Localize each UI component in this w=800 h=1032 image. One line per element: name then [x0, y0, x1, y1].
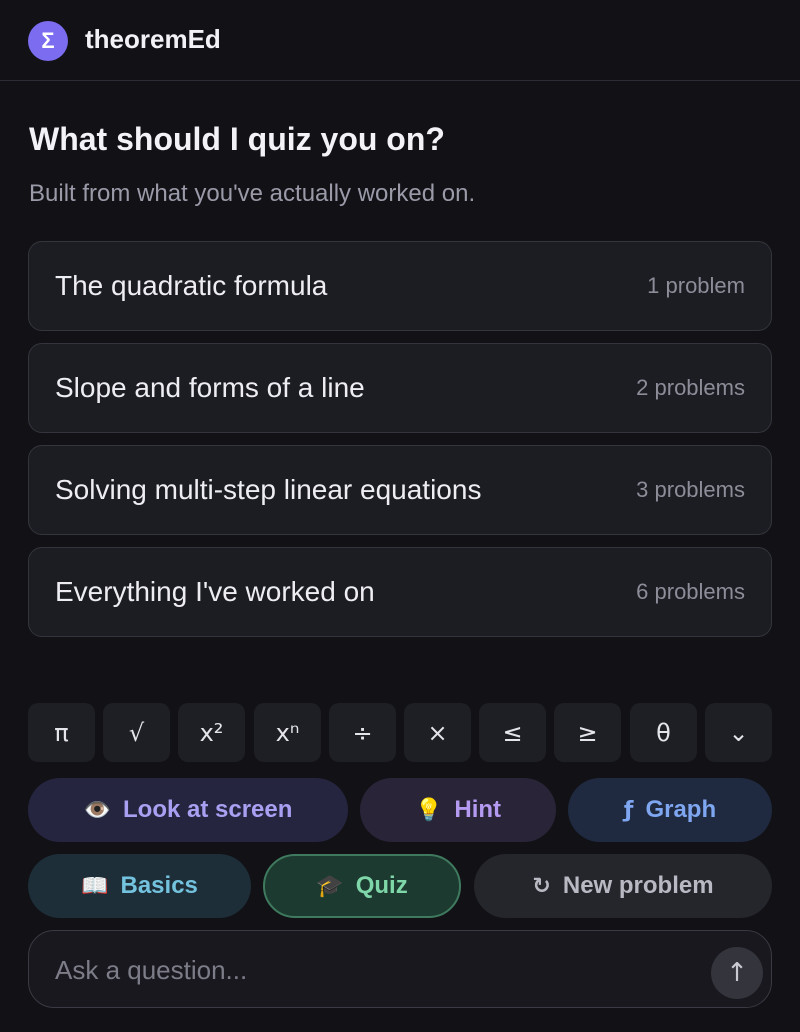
- symbol-divide-button[interactable]: ÷: [329, 703, 396, 762]
- symbol-geq-button[interactable]: ≥: [554, 703, 621, 762]
- app-title: theoremEd: [85, 24, 221, 54]
- topic-name: Solving multi-step linear equations: [55, 474, 482, 505]
- topic-name: Slope and forms of a line: [55, 372, 365, 403]
- hint-label: Hint: [454, 796, 502, 823]
- topic-name: Everything I've worked on: [55, 576, 375, 607]
- symbol-pi-button[interactable]: π: [28, 703, 95, 762]
- symbol-theta-button[interactable]: θ: [630, 703, 697, 762]
- ask-question-input[interactable]: [53, 949, 697, 991]
- page-subtitle: Built from what you've actually worked o…: [29, 180, 476, 207]
- graduation-cap-icon: 🎓: [316, 873, 344, 899]
- symbol-multiply-button[interactable]: ×: [404, 703, 471, 762]
- book-icon: 📖: [81, 873, 109, 899]
- topic-name: The quadratic formula: [55, 270, 328, 301]
- send-arrow-icon[interactable]: ↑: [711, 947, 763, 999]
- topic-count: 3 problems: [636, 477, 745, 502]
- function-icon: ƒ: [623, 797, 634, 823]
- topic-linear-equations[interactable]: Solving multi-step linear equations 3 pr…: [28, 445, 772, 535]
- quiz-button[interactable]: 🎓 Quiz: [263, 854, 461, 918]
- look-at-screen-label: Look at screen: [123, 796, 293, 823]
- topic-everything[interactable]: Everything I've worked on 6 problems: [28, 547, 772, 637]
- hint-button[interactable]: 💡 Hint: [360, 778, 556, 842]
- symbol-power-button[interactable]: xⁿ: [254, 703, 321, 762]
- refresh-icon: ↻: [532, 873, 551, 899]
- symbol-leq-button[interactable]: ≤: [479, 703, 546, 762]
- sigma-logo-icon: Σ: [28, 21, 68, 61]
- new-problem-button[interactable]: ↻ New problem: [474, 854, 772, 918]
- ask-question-box: ↑: [28, 930, 772, 1008]
- look-at-screen-button[interactable]: 👁️ Look at screen: [28, 778, 348, 842]
- graph-button[interactable]: ƒ Graph: [568, 778, 772, 842]
- topic-count: 2 problems: [636, 375, 745, 400]
- page-title: What should I quiz you on?: [29, 121, 445, 157]
- symbol-sqrt-button[interactable]: √: [103, 703, 170, 762]
- basics-label: Basics: [120, 872, 198, 899]
- lightbulb-icon: 💡: [414, 797, 443, 823]
- graph-label: Graph: [645, 796, 717, 823]
- topic-count: 1 problem: [647, 273, 745, 298]
- topic-slope-forms-line[interactable]: Slope and forms of a line 2 problems: [28, 343, 772, 433]
- eye-icon: 👁️: [83, 797, 111, 823]
- basics-button[interactable]: 📖 Basics: [28, 854, 251, 918]
- quiz-label: Quiz: [355, 872, 408, 899]
- symbol-square-button[interactable]: x²: [178, 703, 245, 762]
- topic-count: 6 problems: [636, 579, 745, 604]
- app-header: Σ theoremEd: [0, 0, 800, 81]
- more-symbols-chevron-icon[interactable]: ⌄: [705, 703, 772, 762]
- topic-quadratic-formula[interactable]: The quadratic formula 1 problem: [28, 241, 772, 331]
- new-problem-label: New problem: [562, 872, 714, 899]
